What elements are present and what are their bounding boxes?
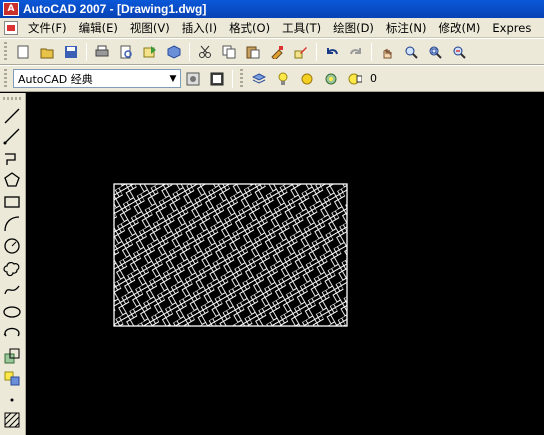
toolbar-separator	[371, 42, 372, 61]
polygon-icon[interactable]	[2, 170, 22, 190]
paste-icon[interactable]	[243, 42, 263, 62]
menu-bar: 文件(F) 编辑(E) 视图(V) 插入(I) 格式(O) 工具(T) 绘图(D…	[0, 18, 544, 38]
menu-express[interactable]: Expres	[486, 21, 537, 35]
point-icon[interactable]	[2, 390, 22, 410]
zoom-window-icon[interactable]	[425, 42, 445, 62]
cut-icon[interactable]	[195, 42, 215, 62]
title-bar: A AutoCAD 2007 - [Drawing1.dwg]	[0, 0, 544, 18]
toolbar-separator	[232, 69, 233, 88]
redo-icon[interactable]	[346, 42, 366, 62]
layer-name[interactable]: 0	[370, 72, 377, 85]
autocad-logo-icon: A	[3, 2, 19, 16]
new-icon[interactable]	[13, 42, 33, 62]
polyline-icon[interactable]	[2, 148, 22, 168]
menu-view[interactable]: 视图(V)	[124, 20, 176, 36]
circle-icon[interactable]	[2, 236, 22, 256]
toolbar-grip[interactable]	[3, 97, 23, 100]
publish-icon[interactable]	[140, 42, 160, 62]
my-workspace-icon[interactable]	[207, 69, 227, 89]
zoom-realtime-icon[interactable]	[401, 42, 421, 62]
workspace-toolbar: AutoCAD 经典 ▼ 0	[0, 65, 544, 92]
toolbar-separator	[86, 42, 87, 61]
make-block-icon[interactable]	[2, 368, 22, 388]
standard-toolbar	[0, 38, 544, 65]
menu-modify[interactable]: 修改(M)	[433, 20, 487, 36]
layer-on-bulb-icon[interactable]	[273, 69, 293, 89]
chevron-down-icon[interactable]: ▼	[166, 70, 180, 87]
block-editor-icon[interactable]	[291, 42, 311, 62]
toolbar-grip[interactable]	[4, 41, 7, 62]
layer-lock-icon[interactable]	[321, 69, 341, 89]
toolbar-separator	[189, 42, 190, 61]
undo-icon[interactable]	[322, 42, 342, 62]
workspace-value: AutoCAD 经典	[18, 72, 93, 86]
menu-file[interactable]: 文件(F)	[22, 20, 73, 36]
print-preview-icon[interactable]	[116, 42, 136, 62]
draw-toolbar	[0, 93, 26, 435]
drawing-canvas[interactable]	[27, 93, 544, 435]
construction-line-icon[interactable]	[2, 126, 22, 146]
revision-cloud-icon[interactable]	[2, 258, 22, 278]
ellipse-icon[interactable]	[2, 302, 22, 322]
arc-icon[interactable]	[2, 214, 22, 234]
save-icon[interactable]	[61, 42, 81, 62]
workspace-select[interactable]: AutoCAD 经典 ▼	[13, 69, 181, 88]
match-properties-icon[interactable]	[267, 42, 287, 62]
line-icon[interactable]	[2, 106, 22, 126]
layer-freeze-sun-icon[interactable]	[297, 69, 317, 89]
menu-insert[interactable]: 插入(I)	[176, 20, 223, 36]
ellipse-arc-icon[interactable]	[2, 324, 22, 344]
hatched-rectangle[interactable]	[113, 183, 348, 327]
open-icon[interactable]	[37, 42, 57, 62]
spline-icon[interactable]	[2, 280, 22, 300]
menu-format[interactable]: 格式(O)	[223, 20, 276, 36]
layer-manager-icon[interactable]	[249, 69, 269, 89]
toolbar-separator	[316, 42, 317, 61]
workspace-settings-icon[interactable]	[183, 69, 203, 89]
toolbar-grip[interactable]	[4, 68, 7, 89]
3d-publish-icon[interactable]	[164, 42, 184, 62]
menu-draw[interactable]: 绘图(D)	[327, 20, 380, 36]
drawing-area[interactable]	[27, 93, 544, 435]
layer-color-icon[interactable]	[345, 69, 365, 89]
rectangle-icon[interactable]	[2, 192, 22, 212]
document-icon[interactable]	[4, 20, 18, 35]
zoom-previous-icon[interactable]	[449, 42, 469, 62]
print-icon[interactable]	[92, 42, 112, 62]
window-title: AutoCAD 2007 - [Drawing1.dwg]	[23, 2, 207, 16]
menu-edit[interactable]: 编辑(E)	[73, 20, 124, 36]
toolbar-grip[interactable]	[240, 68, 243, 89]
copy-icon[interactable]	[219, 42, 239, 62]
insert-block-icon[interactable]	[2, 346, 22, 366]
menu-tools[interactable]: 工具(T)	[276, 20, 327, 36]
menu-dimension[interactable]: 标注(N)	[380, 20, 433, 36]
pan-icon[interactable]	[377, 42, 397, 62]
hatch-icon[interactable]	[2, 410, 22, 430]
